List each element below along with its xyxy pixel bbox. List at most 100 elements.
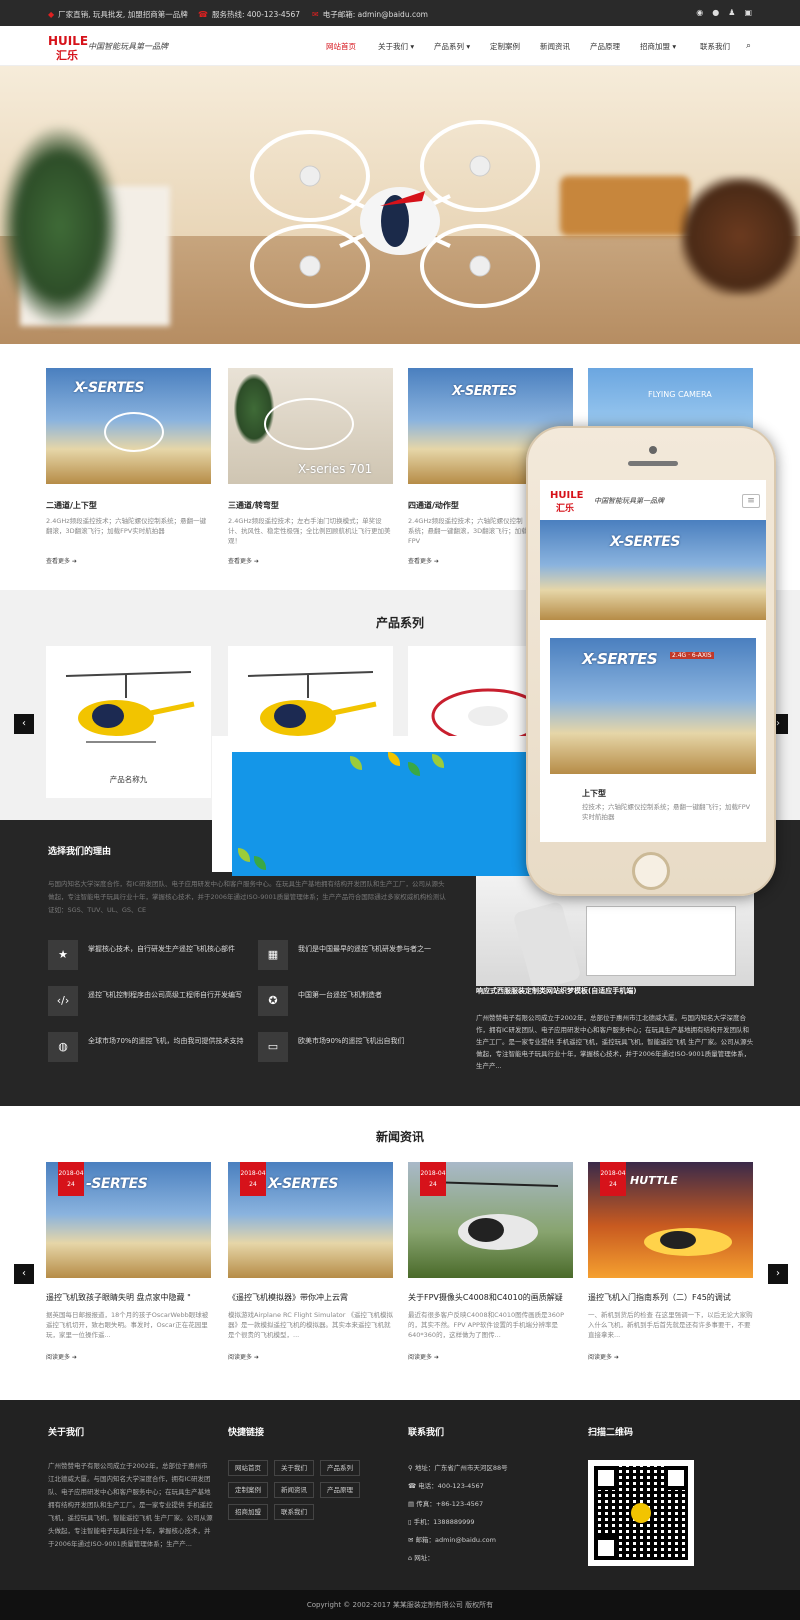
- next-arrow-icon[interactable]: ›: [768, 1264, 788, 1284]
- contact-line: ▤ 传真：+86-123-4567: [408, 1500, 484, 1508]
- globe-icon: ◍: [48, 1032, 78, 1062]
- featured-image: FLYING CAMERA: [588, 368, 753, 428]
- top-bar: ◆ 厂家直销, 玩具批发, 加盟招商第一品牌 ☎ 服务热线: 400-123-456…: [0, 0, 800, 26]
- read-more-link[interactable]: 阅读更多 ➜: [46, 1352, 77, 1361]
- weibo-icon[interactable]: ◉: [696, 8, 703, 17]
- nav-about[interactable]: 关于我们 ▾: [378, 41, 414, 52]
- hero-drone-image: [250, 120, 540, 308]
- phone-icon: ☎: [408, 1482, 419, 1490]
- slogan: 中国智能玩具第一品牌: [88, 42, 168, 51]
- hero-chair: [680, 176, 800, 296]
- site-footer: 关于我们 广州赞赞电子有限公司成立于2002年，总部位于惠州市江北德威大厦。与国…: [0, 1400, 800, 1590]
- company-title[interactable]: 响应式西服服装定制类网站织梦模板(自适应手机端): [476, 986, 754, 996]
- why-description: 与国内知名大学深度合作，有IC研发团队、电子应用研发中心和客户服务中心。在玩具生…: [48, 880, 446, 914]
- footer-link[interactable]: 产品系列: [320, 1460, 360, 1476]
- read-more-link[interactable]: 阅读更多 ➜: [408, 1352, 439, 1361]
- read-more-link[interactable]: 阅读更多 ➜: [588, 1352, 619, 1361]
- news-card[interactable]: -SERTES 2018-04 24 遥控飞机致孩子眼睛失明 盘点家中隐藏 " 据…: [46, 1162, 211, 1362]
- floating-ad-image: [232, 752, 572, 876]
- site-header: HUILE 汇乐 中国智能玩具第一品牌 网站首页 关于我们 ▾ 产品系列 ▾ 定…: [0, 26, 800, 66]
- footer-link[interactable]: 产品原理: [320, 1482, 360, 1498]
- feature-item: ‹/› 遥控飞机控制程序由公司高级工程师自行开发编写: [48, 986, 248, 1016]
- footer-link[interactable]: 关于我们: [274, 1460, 314, 1476]
- prev-arrow-icon[interactable]: ‹: [14, 714, 34, 734]
- contact-line: ⚲ 地址：广东省广州市天河区88号: [408, 1464, 508, 1472]
- product-desc-overflow: 控技术；六轴陀螺仪控制系统；悬翻一键翻飞行；加载FPV实时航拍器: [582, 803, 751, 821]
- about-text: 广州赞赞电子有限公司成立于2002年，总部位于惠州市江北德威大厦。与国内知名大学…: [48, 1462, 213, 1548]
- camera-icon: [649, 446, 657, 454]
- star-icon: ★: [48, 940, 78, 970]
- mobile-banner: X-SERTES: [540, 520, 766, 620]
- qq-icon[interactable]: ♟: [728, 8, 735, 17]
- search-icon[interactable]: ⌕: [746, 41, 751, 51]
- feature-item: ✪ 中国第一台遥控飞机制造者: [258, 986, 458, 1016]
- topbar-social: ◉ ● ♟ ▣: [696, 8, 752, 17]
- date-badge: 2018-04 24: [58, 1162, 84, 1196]
- hero-table: [560, 176, 690, 236]
- product-title-overflow: 上下型: [582, 789, 606, 798]
- product-card[interactable]: 产品名称九: [46, 646, 211, 798]
- badge-icon: ✪: [258, 986, 288, 1016]
- contact-line: ▯ 手机：1388889999: [408, 1518, 475, 1526]
- mobile-product-image[interactable]: X-SERTES 2.4G · 6-AXIS: [550, 638, 756, 774]
- read-more-link[interactable]: 查看更多 ➜: [46, 556, 77, 565]
- nav-principle[interactable]: 产品原理: [590, 41, 620, 52]
- logo[interactable]: HUILE 汇乐 中国智能玩具第一品牌: [48, 34, 168, 62]
- prev-arrow-icon[interactable]: ‹: [14, 1264, 34, 1284]
- phone-mockup: HUILE 汇乐 中国智能玩具第一品牌 ≡ X-SERTES X-SERTES …: [526, 426, 776, 896]
- featured-card[interactable]: X-series 701 三通道/转弯型 2.4GHz频段遥控技术；左右手油门切…: [228, 368, 393, 568]
- menu-icon[interactable]: ≡: [742, 494, 760, 508]
- footer-link[interactable]: 定制案例: [228, 1482, 268, 1498]
- cart-icon[interactable]: ▣: [744, 8, 752, 17]
- news-card[interactable]: HUTTLE 2018-04 24 遥控飞机入门指南系列（二）F45的调试 一、新…: [588, 1162, 753, 1362]
- read-more-link[interactable]: 查看更多 ➜: [228, 556, 259, 565]
- nav-cases[interactable]: 定制案例: [490, 41, 520, 52]
- footer-link[interactable]: 网站首页: [228, 1460, 268, 1476]
- feature-item: ▦ 我们是中国最早的遥控飞机研发参与者之一: [258, 940, 458, 970]
- megaphone-icon: ◆: [48, 10, 55, 19]
- feature-item: ▭ 欧美市场90%的遥控飞机出自我们: [258, 1032, 458, 1062]
- featured-card[interactable]: FLYING CAMERA: [588, 368, 753, 428]
- nav-products[interactable]: 产品系列 ▾: [434, 41, 470, 52]
- home-button: [632, 852, 670, 890]
- feature-item: ◍ 全球市场70%的遥控飞机，均由我司提供技术支持: [48, 1032, 248, 1062]
- mail-icon: ✉: [312, 10, 319, 19]
- mobile-header: HUILE 汇乐 中国智能玩具第一品牌 ≡: [550, 486, 760, 516]
- pin-icon: ⚲: [408, 1464, 415, 1472]
- qr-code: [588, 1460, 694, 1566]
- featured-image: X-SERTES: [46, 368, 211, 484]
- money-icon: ▭: [258, 1032, 288, 1062]
- nav-contact[interactable]: 联系我们: [700, 41, 730, 52]
- wechat-icon[interactable]: ●: [712, 8, 719, 17]
- nav-home[interactable]: 网站首页: [326, 41, 356, 52]
- topbar-email[interactable]: ✉ 电子邮箱: admin@baidu.com: [312, 9, 428, 20]
- featured-card[interactable]: X-SERTES 二通道/上下型 2.4GHz频段遥控技术；六轴陀螺仪控制系统；…: [46, 368, 211, 568]
- calendar-icon: ▦: [258, 940, 288, 970]
- date-badge: 2018-04 24: [420, 1162, 446, 1196]
- helicopter-image: [65, 671, 195, 743]
- company-desc: 广州赞赞电子有限公司成立于2002年，总部位于惠州市江北德威大厦。与国内知名大学…: [476, 1014, 754, 1070]
- footer-link[interactable]: 新闻资讯: [274, 1482, 314, 1498]
- section-title: 选择我们的理由: [48, 847, 112, 857]
- contact-line: ⌂ 网址：: [408, 1554, 434, 1562]
- contact-line: ☎ 电话：400-123-4567: [408, 1482, 484, 1490]
- floating-ad[interactable]: [212, 736, 572, 876]
- date-badge: 2018-04 24: [600, 1162, 626, 1196]
- fax-icon: ▤: [408, 1500, 417, 1508]
- feature-item: ★ 掌握核心技术，自行研发生产遥控飞机核心部件: [48, 940, 248, 970]
- read-more-link[interactable]: 查看更多 ➜: [408, 556, 439, 565]
- footer-link[interactable]: 联系我们: [274, 1504, 314, 1520]
- hero-tree: [0, 126, 120, 326]
- news-card[interactable]: X-SERTES 2018-04 24 《遥控飞机模拟器》带你冲上云霄 模拟游戏A…: [228, 1162, 393, 1362]
- speaker-grille: [628, 461, 678, 466]
- code-icon: ‹/›: [48, 986, 78, 1016]
- nav-news[interactable]: 新闻资讯: [540, 41, 570, 52]
- read-more-link[interactable]: 阅读更多 ➜: [228, 1352, 259, 1361]
- topbar-phone: ☎ 服务热线: 400-123-4567: [198, 10, 301, 19]
- news-card[interactable]: 2018-04 24 关于FPV摄像头C4008和C4010的画质解疑 最近有很多…: [408, 1162, 573, 1362]
- footer-link[interactable]: 招商加盟: [228, 1504, 268, 1520]
- phone-icon: ☎: [198, 10, 208, 19]
- contact-line: ✉ 邮箱：admin@baidu.com: [408, 1536, 496, 1544]
- nav-franchise[interactable]: 招商加盟 ▾: [640, 41, 676, 52]
- mail-icon: ✉: [408, 1536, 416, 1544]
